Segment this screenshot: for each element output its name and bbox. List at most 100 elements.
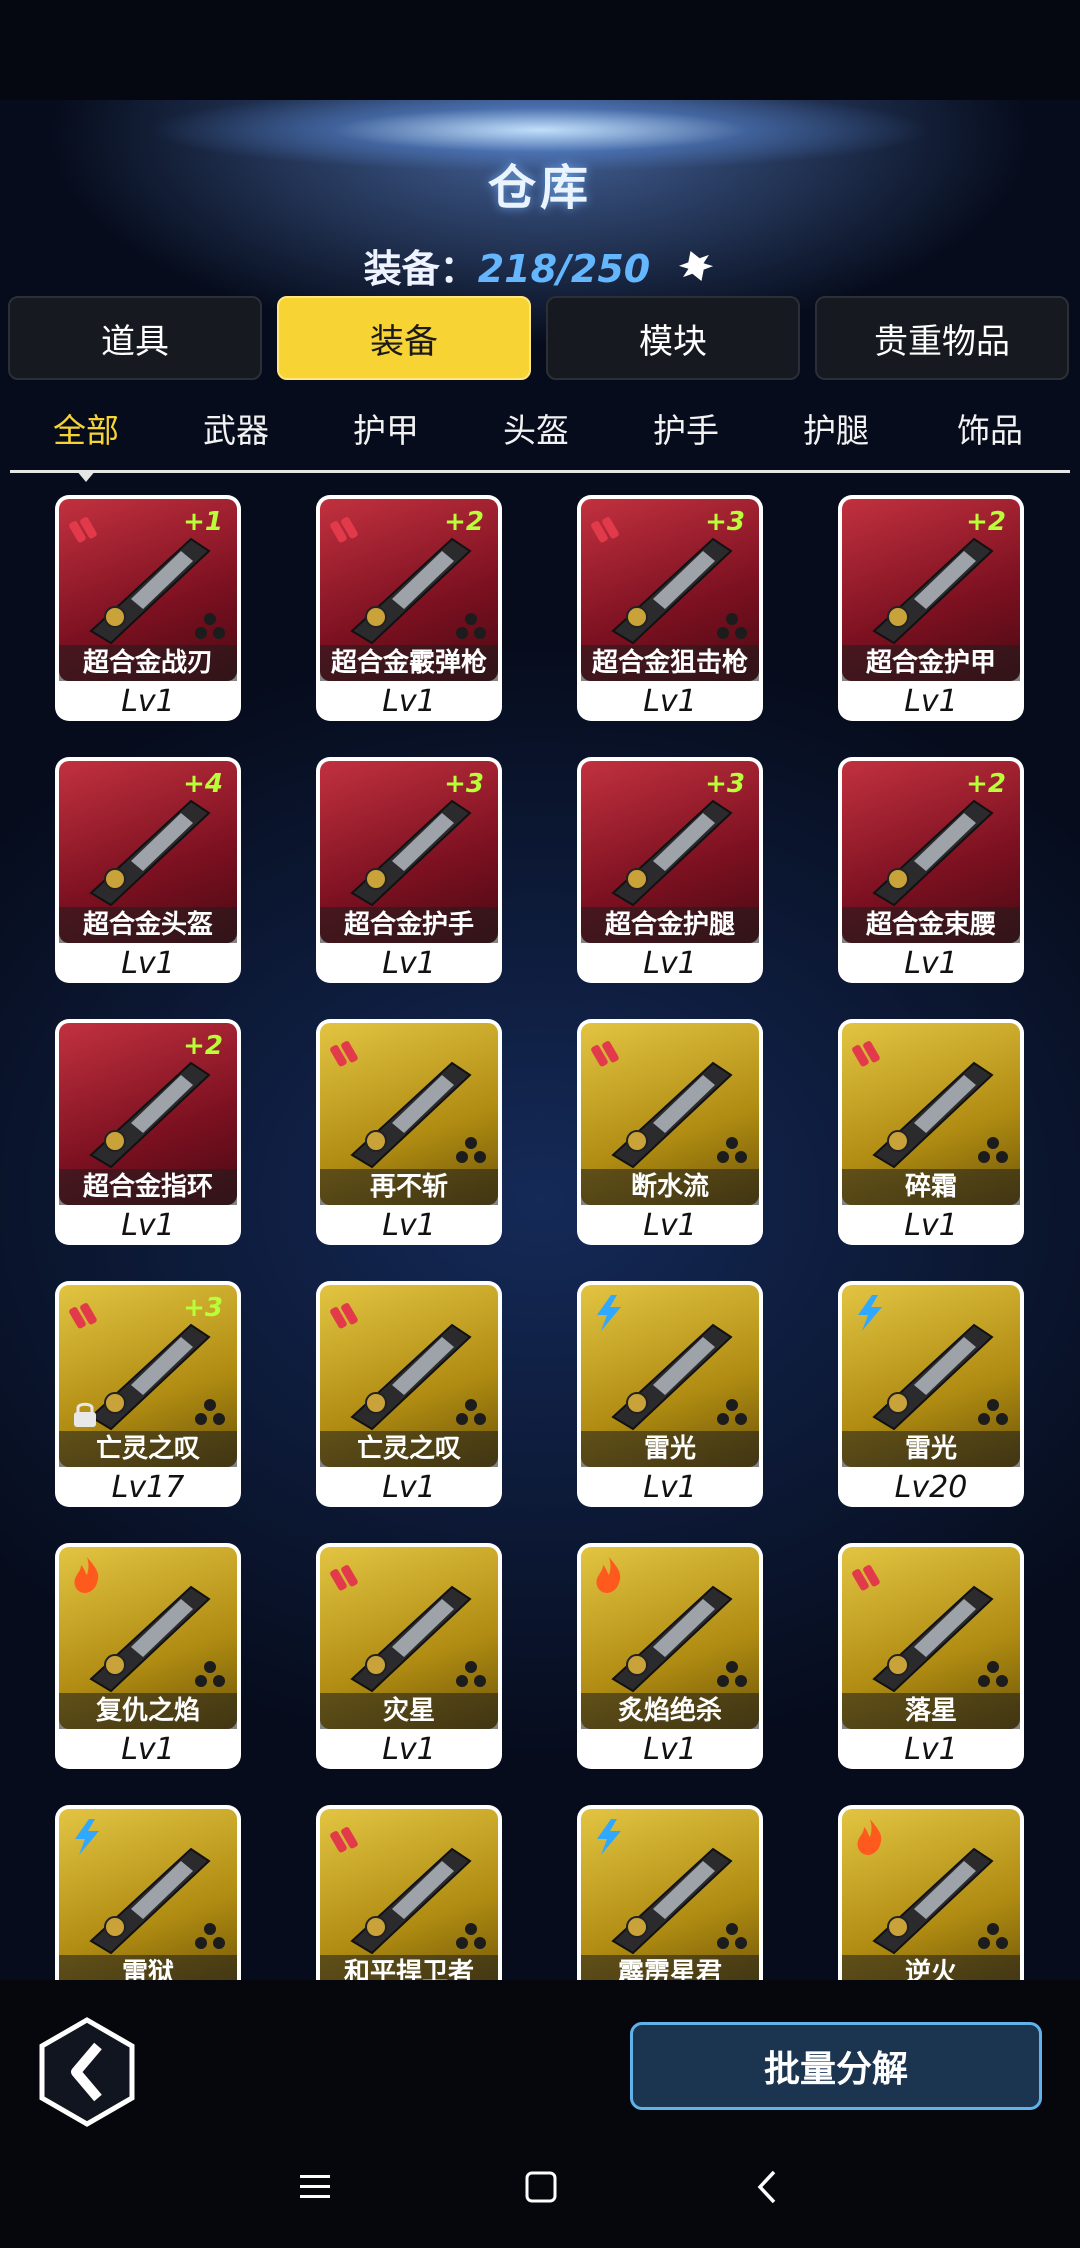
filter-helmet[interactable]: 头盔 [466,398,606,464]
item-name: 复仇之焰 [59,1693,237,1729]
lightning-icon [75,1819,99,1855]
equipment-card[interactable]: +2 超合金护甲 Lv1 [838,495,1024,721]
armor-icon [872,537,994,645]
capacity-label: 装备： [363,247,478,291]
item-name: 超合金护手 [320,907,498,943]
equipment-card[interactable]: 落星 Lv1 [838,1543,1024,1769]
filter-weapons[interactable]: 武器 [166,398,306,464]
filter-armor[interactable]: 护甲 [316,398,456,464]
item-level: Lv1 [121,1732,175,1767]
equipment-card[interactable]: 霹雳星君 [577,1805,763,1980]
helmet-icon [89,799,211,907]
item-name: 超合金霰弹枪 [320,645,498,681]
equipment-card[interactable]: 雷光 Lv1 [577,1281,763,1507]
item-level: Lv1 [904,946,958,981]
item-name: 雷狱 [59,1955,237,1980]
enhance-level: +3 [183,1293,223,1323]
enhance-level: +2 [966,507,1006,537]
enhance-level: +3 [705,769,745,799]
item-name: 雷光 [581,1431,759,1467]
equipment-card[interactable]: 雷狱 [55,1805,241,1980]
filter-leg-armor[interactable]: 护腿 [766,398,906,464]
item-level: Lv1 [382,684,436,719]
equipment-card[interactable]: 复仇之焰 Lv1 [55,1543,241,1769]
equipment-card[interactable]: +3 亡灵之叹 Lv17 [55,1281,241,1507]
item-level: Lv1 [382,1470,436,1505]
equipment-card[interactable]: +3 超合金护手 Lv1 [316,757,502,983]
equipment-card[interactable]: 和平捍卫者 [316,1805,502,1980]
item-level: Lv1 [121,684,175,719]
item-name: 超合金护甲 [842,645,1020,681]
bullet-icon [330,1041,358,1067]
equipment-card[interactable]: +4 超合金头盔 Lv1 [55,757,241,983]
bullet-icon [591,1041,619,1067]
tab-equipment[interactable]: 装备 [277,296,531,380]
tab-label: 模块 [639,321,707,362]
slots-icon [195,1399,225,1425]
slots-icon [978,1923,1008,1949]
recent-apps-icon[interactable] [298,2170,332,2204]
item-name: 霹雳星君 [581,1955,759,1980]
item-name: 亡灵之叹 [59,1431,237,1467]
flame-icon [74,1557,99,1593]
equipment-card[interactable]: +3 超合金狙击枪 Lv1 [577,495,763,721]
slots-icon [978,1399,1008,1425]
item-level: Lv1 [643,946,697,981]
item-level: Lv1 [904,1208,958,1243]
bullet-icon [852,1041,880,1067]
item-level: Lv1 [121,946,175,981]
item-name: 灾星 [320,1693,498,1729]
capacity-row: 装备：218/250 [0,238,1080,293]
slots-icon [456,1661,486,1687]
item-name: 超合金护腿 [581,907,759,943]
slots-icon [456,1923,486,1949]
bullet-icon [852,1565,880,1591]
filter-all[interactable]: 全部 [16,398,156,464]
equipment-card[interactable]: 逆火 [838,1805,1024,1980]
equipment-card[interactable]: +2 超合金霰弹枪 Lv1 [316,495,502,721]
belt-icon [872,799,994,907]
equipment-card[interactable]: 亡灵之叹 Lv1 [316,1281,502,1507]
item-level: Lv1 [643,684,697,719]
equipment-card[interactable]: +2 超合金指环 Lv1 [55,1019,241,1245]
page-title: 仓库 [487,160,592,216]
item-level: Lv1 [643,1470,697,1505]
equipment-card[interactable]: +3 超合金护腿 Lv1 [577,757,763,983]
expand-capacity-icon[interactable] [676,246,716,286]
item-level: Lv1 [904,1732,958,1767]
filter-gauntlets[interactable]: 护手 [616,398,756,464]
item-name: 炙焰绝杀 [581,1693,759,1729]
enhance-level: +3 [705,507,745,537]
filter-accessories[interactable]: 饰品 [920,398,1060,464]
slots-icon [978,1137,1008,1163]
equipment-card[interactable]: 再不斩 Lv1 [316,1019,502,1245]
home-icon[interactable] [524,2170,558,2204]
item-level: Lv17 [111,1470,185,1505]
ring-icon [89,1061,211,1169]
tab-label: 装备 [370,321,438,362]
equipment-card[interactable]: 灾星 Lv1 [316,1543,502,1769]
slots-icon [978,1661,1008,1687]
equipment-card[interactable]: +2 超合金束腰 Lv1 [838,757,1024,983]
equipment-card[interactable]: 断水流 Lv1 [577,1019,763,1245]
tab-items[interactable]: 道具 [8,296,262,380]
slots-icon [717,1661,747,1687]
equipment-card[interactable]: 碎霜 Lv1 [838,1019,1024,1245]
slots-icon [717,1923,747,1949]
enhance-level: +1 [183,507,223,537]
tab-label: 道具 [101,321,169,362]
back-nav-icon[interactable] [752,2168,782,2206]
equipment-card[interactable]: 雷光 Lv20 [838,1281,1024,1507]
back-button[interactable] [36,2016,138,2128]
batch-disassemble-button[interactable]: 批量分解 [630,2022,1042,2110]
slots-icon [195,1661,225,1687]
equipment-card[interactable]: +1 超合金战刃 Lv1 [55,495,241,721]
active-filter-indicator [76,470,96,482]
tab-valuables[interactable]: 贵重物品 [815,296,1069,380]
item-name: 落星 [842,1693,1020,1729]
equipment-card[interactable]: 炙焰绝杀 Lv1 [577,1543,763,1769]
tab-modules[interactable]: 模块 [546,296,800,380]
enhance-level: +2 [966,769,1006,799]
slots-icon [195,613,225,639]
item-level: Lv1 [382,1208,436,1243]
